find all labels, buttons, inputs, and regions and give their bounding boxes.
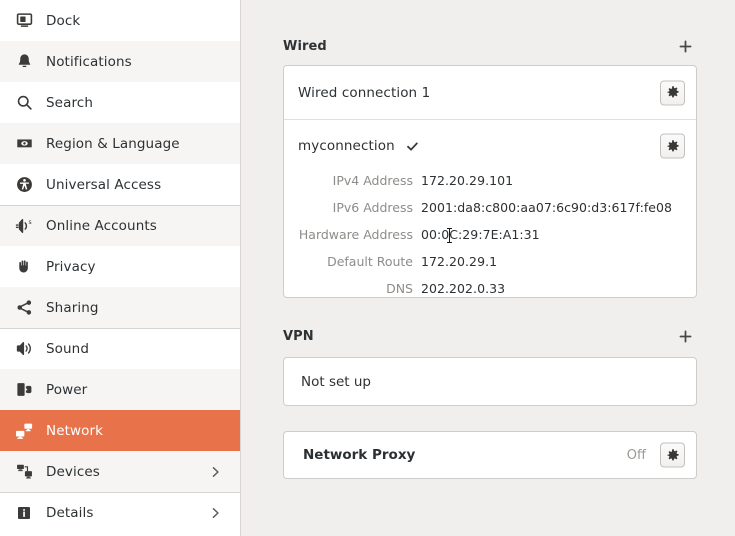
devices-icon <box>9 461 39 483</box>
connection-row[interactable]: myconnection <box>284 119 696 172</box>
detail-value: 172.20.29.1 <box>421 254 498 269</box>
sidebar-item-online-accounts[interactable]: s Online Accounts <box>0 205 240 246</box>
hand-icon <box>9 256 39 278</box>
network-proxy-state: Off <box>626 447 646 463</box>
connection-name: Wired connection 1 <box>298 84 431 101</box>
detail-row: IPv6 Address 2001:da8:c800:aa07:6c90:d3:… <box>284 200 696 227</box>
sidebar-item-label: Search <box>46 94 93 111</box>
sidebar-item-label: Sound <box>46 340 90 357</box>
connection-details-list: IPv4 Address 172.20.29.101 IPv6 Address … <box>284 172 696 297</box>
sidebar-item-region-language[interactable]: Region & Language <box>0 123 240 164</box>
sidebar-item-dock[interactable]: Dock <box>0 0 240 41</box>
detail-label: Hardware Address <box>298 227 413 242</box>
bell-icon <box>9 51 39 73</box>
settings-window: Dock Notifications Search Region & Langu… <box>0 0 735 536</box>
vpn-card[interactable]: Not set up <box>283 357 697 406</box>
connection-settings-button[interactable] <box>660 80 685 105</box>
vpn-status-row: Not set up <box>284 358 696 405</box>
network-proxy-row[interactable]: Network Proxy Off <box>284 432 696 478</box>
flag-icon <box>9 133 39 155</box>
detail-label: IPv6 Address <box>332 200 413 215</box>
detail-value: 00:0C:29:7E:A1:31 <box>421 227 540 242</box>
sidebar-item-label: Sharing <box>46 299 99 316</box>
sidebar-item-label: Online Accounts <box>46 217 157 234</box>
detail-row: Default Route 172.20.29.1 <box>284 254 696 281</box>
sidebar-item-search[interactable]: Search <box>0 82 240 123</box>
connection-name: myconnection <box>298 138 395 154</box>
chevron-right-icon <box>209 465 222 478</box>
vpn-section-header: VPN <box>283 324 696 348</box>
sidebar-item-privacy[interactable]: Privacy <box>0 246 240 287</box>
wired-section-title: Wired <box>283 38 327 54</box>
vpn-status-text: Not set up <box>301 373 371 390</box>
online-accounts-icon: s <box>9 215 39 237</box>
vpn-section-title: VPN <box>283 328 314 344</box>
add-wired-connection-button[interactable] <box>674 35 696 57</box>
detail-row: IPv4 Address 172.20.29.101 <box>284 173 696 200</box>
share-icon <box>9 297 39 319</box>
sidebar-item-sharing[interactable]: Sharing <box>0 287 240 328</box>
network-proxy-card: Network Proxy Off <box>283 431 697 479</box>
sidebar-item-power[interactable]: Power <box>0 369 240 410</box>
network-icon <box>9 420 39 442</box>
detail-row: Hardware Address 00:0C:29:7E:A1:31 <box>284 227 696 254</box>
speaker-icon <box>9 338 39 360</box>
wired-section-header: Wired <box>283 34 696 58</box>
sidebar-item-details[interactable]: Details <box>0 492 240 533</box>
connection-row[interactable]: Wired connection 1 <box>284 66 696 119</box>
info-icon <box>9 502 39 524</box>
settings-sidebar: Dock Notifications Search Region & Langu… <box>0 0 241 536</box>
detail-row: DNS 202.202.0.33 <box>284 281 696 297</box>
dock-icon <box>9 10 39 32</box>
detail-value: 172.20.29.101 <box>421 173 514 188</box>
connection-settings-button[interactable] <box>660 133 685 159</box>
sidebar-item-label: Power <box>46 381 88 398</box>
sidebar-item-universal-access[interactable]: Universal Access <box>0 164 240 205</box>
power-plug-icon <box>9 379 39 401</box>
detail-label: Default Route <box>327 254 413 269</box>
sidebar-item-network[interactable]: Network <box>0 410 240 451</box>
sidebar-item-label: Network <box>46 422 104 439</box>
sidebar-item-label: Details <box>46 504 94 521</box>
network-panel: Wired Wired connection 1 myconnection IP… <box>241 0 735 536</box>
sidebar-item-devices[interactable]: Devices <box>0 451 240 492</box>
search-icon <box>9 92 39 114</box>
sidebar-item-label: Privacy <box>46 258 96 275</box>
sidebar-item-notifications[interactable]: Notifications <box>0 41 240 82</box>
network-proxy-title: Network Proxy <box>303 447 416 463</box>
svg-text:s: s <box>29 219 32 226</box>
sidebar-item-label: Region & Language <box>46 135 180 152</box>
detail-value: 2001:da8:c800:aa07:6c90:d3:617f:fe08 <box>421 200 673 215</box>
network-proxy-settings-button[interactable] <box>660 442 685 468</box>
sidebar-item-label: Universal Access <box>46 176 162 193</box>
detail-label: IPv4 Address <box>332 173 413 188</box>
add-vpn-button[interactable] <box>674 325 696 347</box>
detail-label: DNS <box>386 281 413 296</box>
active-connection-check-icon <box>406 140 419 153</box>
chevron-right-icon <box>209 506 222 519</box>
sidebar-item-sound[interactable]: Sound <box>0 328 240 369</box>
accessibility-icon <box>9 174 39 196</box>
sidebar-item-label: Dock <box>46 12 81 29</box>
wired-connections-card: Wired connection 1 myconnection IPv4 Add… <box>283 65 697 298</box>
sidebar-item-label: Notifications <box>46 53 132 70</box>
sidebar-item-label: Devices <box>46 463 100 480</box>
detail-value: 202.202.0.33 <box>421 281 506 296</box>
